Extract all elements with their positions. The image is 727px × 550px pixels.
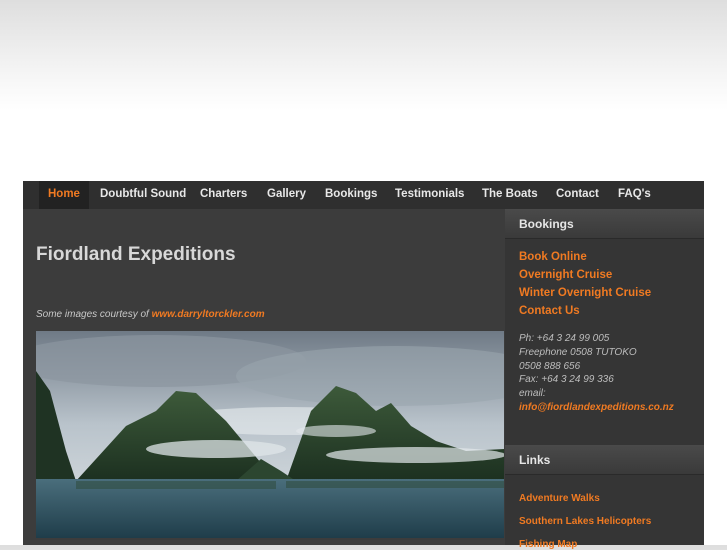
credit-link[interactable]: www.darryltorckler.com [152, 309, 265, 320]
freephone-text: Freephone 0508 TUTOKO [519, 346, 637, 358]
hero-image [36, 331, 504, 538]
content-wrapper: Home Doubtful Sound Charters Gallery Boo… [23, 181, 704, 550]
fiord-landscape-image [36, 331, 504, 538]
overnight-cruise-link[interactable]: Overnight Cruise [519, 269, 612, 281]
nav-the-boats[interactable]: The Boats [482, 181, 538, 209]
page-title: Fiordland Expeditions [36, 244, 236, 265]
nav-doubtful-sound[interactable]: Doubtful Sound [100, 181, 186, 209]
southern-lakes-helicopters-link[interactable]: Southern Lakes Helicopters [519, 516, 651, 527]
main-content: Fiordland Expeditions Some images courte… [36, 209, 504, 545]
phone-text: Ph: +64 3 24 99 005 [519, 333, 610, 344]
book-online-link[interactable]: Book Online [519, 251, 587, 263]
credit-text: Some images courtesy of [36, 309, 149, 320]
contact-details: Ph: +64 3 24 99 005 Freephone 0508 TUTOK… [519, 332, 674, 415]
nav-gallery[interactable]: Gallery [267, 181, 306, 209]
email-label: email: [519, 388, 546, 400]
email-link[interactable]: info@fiordlandexpeditions.co.nz [519, 401, 674, 415]
adventure-walks-link[interactable]: Adventure Walks [519, 493, 600, 504]
nav-home[interactable]: Home [39, 181, 89, 209]
freephone-number: 0508 888 656 [519, 360, 581, 372]
image-credit: Some images courtesy of www.darryltorckl… [36, 309, 265, 320]
nav-testimonials[interactable]: Testimonials [395, 181, 464, 209]
nav-bookings[interactable]: Bookings [325, 181, 377, 209]
nav-faqs[interactable]: FAQ's [618, 181, 651, 209]
sidebar: Bookings Book Online Overnight Cruise Wi… [505, 209, 704, 550]
winter-overnight-cruise-link[interactable]: Winter Overnight Cruise [519, 287, 651, 299]
nav-charters[interactable]: Charters [200, 181, 247, 209]
nav-contact[interactable]: Contact [556, 181, 599, 209]
links-heading: Links [505, 445, 704, 475]
main-nav: Home Doubtful Sound Charters Gallery Boo… [23, 181, 704, 209]
fax-text: Fax: +64 3 24 99 336 [519, 374, 614, 386]
contact-us-link[interactable]: Contact Us [519, 305, 580, 317]
bookings-heading: Bookings [505, 209, 704, 239]
